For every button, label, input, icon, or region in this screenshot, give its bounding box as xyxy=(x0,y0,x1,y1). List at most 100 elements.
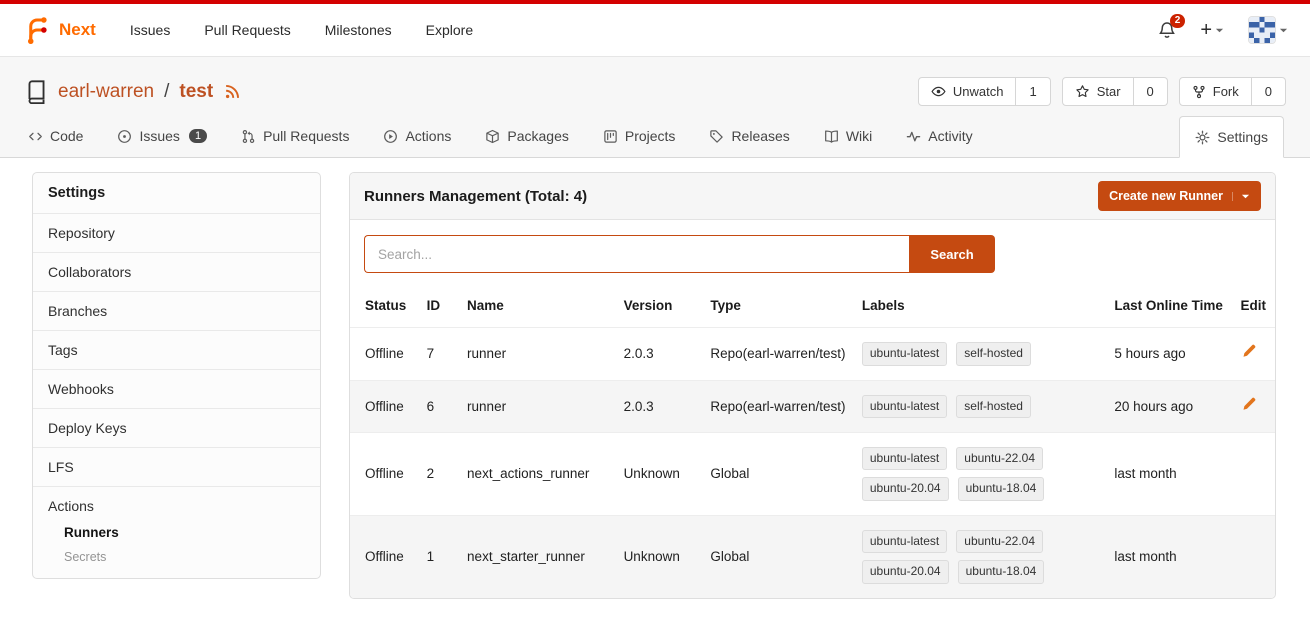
tab-label: Pull Requests xyxy=(263,128,349,144)
runner-version: Unknown xyxy=(616,515,703,597)
sidebar-item-deploy-keys[interactable]: Deploy Keys xyxy=(33,408,320,447)
runner-labels: ubuntu-latestself-hosted xyxy=(854,328,1106,380)
unwatch-button[interactable]: Unwatch xyxy=(918,77,1017,106)
home-link[interactable]: Next xyxy=(22,15,96,45)
sidebar-item-branches[interactable]: Branches xyxy=(33,291,320,330)
col-version: Version xyxy=(616,285,703,328)
runner-last-online: 20 hours ago xyxy=(1106,380,1232,432)
runner-status: Offline xyxy=(350,515,419,597)
sidebar-item-repository[interactable]: Repository xyxy=(33,213,320,252)
runner-edit-cell xyxy=(1233,380,1275,432)
repo-owner-link[interactable]: earl-warren xyxy=(58,81,154,103)
col-last-online: Last Online Time xyxy=(1106,285,1232,328)
edit-runner-button[interactable] xyxy=(1241,343,1257,359)
forgejo-logo xyxy=(22,15,52,45)
navbar-right: 2 + xyxy=(1158,16,1288,44)
tab-pull-requests[interactable]: Pull Requests xyxy=(239,117,351,157)
runner-last-online: last month xyxy=(1106,515,1232,597)
nav-item-issues[interactable]: Issues xyxy=(130,22,170,38)
tab-label: Actions xyxy=(405,128,451,144)
edit-runner-button[interactable] xyxy=(1241,396,1257,412)
sidebar-item-webhooks[interactable]: Webhooks xyxy=(33,369,320,408)
plus-icon: + xyxy=(1200,20,1212,40)
col-type: Type xyxy=(702,285,853,328)
tab-issues[interactable]: Issues 1 xyxy=(115,117,209,157)
star-label: Star xyxy=(1097,84,1121,99)
tab-settings[interactable]: Settings xyxy=(1179,116,1284,158)
fork-button-group: Fork 0 xyxy=(1179,77,1286,106)
col-labels: Labels xyxy=(854,285,1106,328)
runner-label-chip: ubuntu-18.04 xyxy=(958,560,1045,583)
issues-count-badge: 1 xyxy=(189,129,207,143)
tag-icon xyxy=(709,129,724,144)
fork-count[interactable]: 0 xyxy=(1252,77,1286,106)
runners-table: Status ID Name Version Type Labels Last … xyxy=(350,285,1275,598)
sidebar-item-lfs[interactable]: LFS xyxy=(33,447,320,486)
notifications-button[interactable]: 2 xyxy=(1158,21,1176,39)
runner-status: Offline xyxy=(350,328,419,380)
nav-item-explore[interactable]: Explore xyxy=(426,22,473,38)
create-runner-button[interactable]: Create new Runner xyxy=(1098,181,1261,211)
tab-label: Activity xyxy=(928,128,972,144)
unwatch-label: Unwatch xyxy=(953,84,1004,99)
runner-label-chip: ubuntu-22.04 xyxy=(956,447,1043,470)
pulse-icon xyxy=(906,129,921,144)
runner-version: Unknown xyxy=(616,433,703,516)
runner-row: Offline2next_actions_runnerUnknownGlobal… xyxy=(350,433,1275,516)
fork-label: Fork xyxy=(1213,84,1239,99)
star-button-group: Star 0 xyxy=(1062,77,1168,106)
book-icon xyxy=(824,129,839,144)
tab-label: Projects xyxy=(625,128,676,144)
caret-down-icon xyxy=(1279,26,1288,35)
runner-id: 6 xyxy=(419,380,459,432)
star-icon xyxy=(1075,84,1090,99)
brand-name: Next xyxy=(59,20,96,40)
main-content: Settings Repository Collaborators Branch… xyxy=(0,158,1310,599)
runner-id: 2 xyxy=(419,433,459,516)
runner-edit-cell xyxy=(1233,328,1275,380)
tab-wiki[interactable]: Wiki xyxy=(822,117,874,157)
tab-label: Wiki xyxy=(846,128,872,144)
create-runner-label: Create new Runner xyxy=(1109,189,1223,203)
search-button[interactable]: Search xyxy=(909,235,995,273)
sidebar-subitem-secrets[interactable]: Secrets xyxy=(33,545,320,569)
repo-name-link[interactable]: test xyxy=(179,81,213,103)
watch-count[interactable]: 1 xyxy=(1016,77,1050,106)
runner-edit-cell xyxy=(1233,515,1275,597)
sidebar-item-actions[interactable]: Actions xyxy=(33,487,320,520)
star-button[interactable]: Star xyxy=(1062,77,1134,106)
runner-row: Offline1next_starter_runnerUnknownGlobal… xyxy=(350,515,1275,597)
tab-packages[interactable]: Packages xyxy=(483,117,570,157)
runner-label-chip: ubuntu-20.04 xyxy=(862,477,949,500)
fork-button[interactable]: Fork xyxy=(1179,77,1252,106)
runner-last-online: last month xyxy=(1106,433,1232,516)
create-menu-button[interactable]: + xyxy=(1200,20,1224,40)
tab-projects[interactable]: Projects xyxy=(601,117,678,157)
runner-type: Repo(earl-warren/test) xyxy=(702,380,853,432)
nav-item-pull-requests[interactable]: Pull Requests xyxy=(204,22,290,38)
pull-request-icon xyxy=(241,129,256,144)
tab-actions[interactable]: Actions xyxy=(381,117,453,157)
repo-action-buttons: Unwatch 1 Star 0 xyxy=(918,77,1286,106)
pencil-icon xyxy=(1241,343,1257,359)
runner-label-chip: ubuntu-18.04 xyxy=(958,477,1045,500)
search-input[interactable] xyxy=(364,235,909,273)
sidebar-item-collaborators[interactable]: Collaborators xyxy=(33,252,320,291)
tab-releases[interactable]: Releases xyxy=(707,117,791,157)
sidebar-subitem-runners[interactable]: Runners xyxy=(33,520,320,545)
runner-row: Offline6runner2.0.3Repo(earl-warren/test… xyxy=(350,380,1275,432)
user-menu-button[interactable] xyxy=(1248,16,1288,44)
tab-label: Settings xyxy=(1217,129,1268,145)
sidebar-item-tags[interactable]: Tags xyxy=(33,330,320,369)
nav-item-milestones[interactable]: Milestones xyxy=(325,22,392,38)
col-edit: Edit xyxy=(1233,285,1275,328)
tab-code[interactable]: Code xyxy=(26,117,85,157)
rss-icon[interactable] xyxy=(224,83,241,100)
sidebar-title: Settings xyxy=(33,173,320,213)
top-navbar: Next Issues Pull Requests Milestones Exp… xyxy=(0,4,1310,57)
runner-label-chip: self-hosted xyxy=(956,395,1031,418)
package-icon xyxy=(485,129,500,144)
star-count[interactable]: 0 xyxy=(1134,77,1168,106)
runner-labels: ubuntu-latestubuntu-22.04ubuntu-20.04ubu… xyxy=(854,515,1106,597)
tab-activity[interactable]: Activity xyxy=(904,117,974,157)
